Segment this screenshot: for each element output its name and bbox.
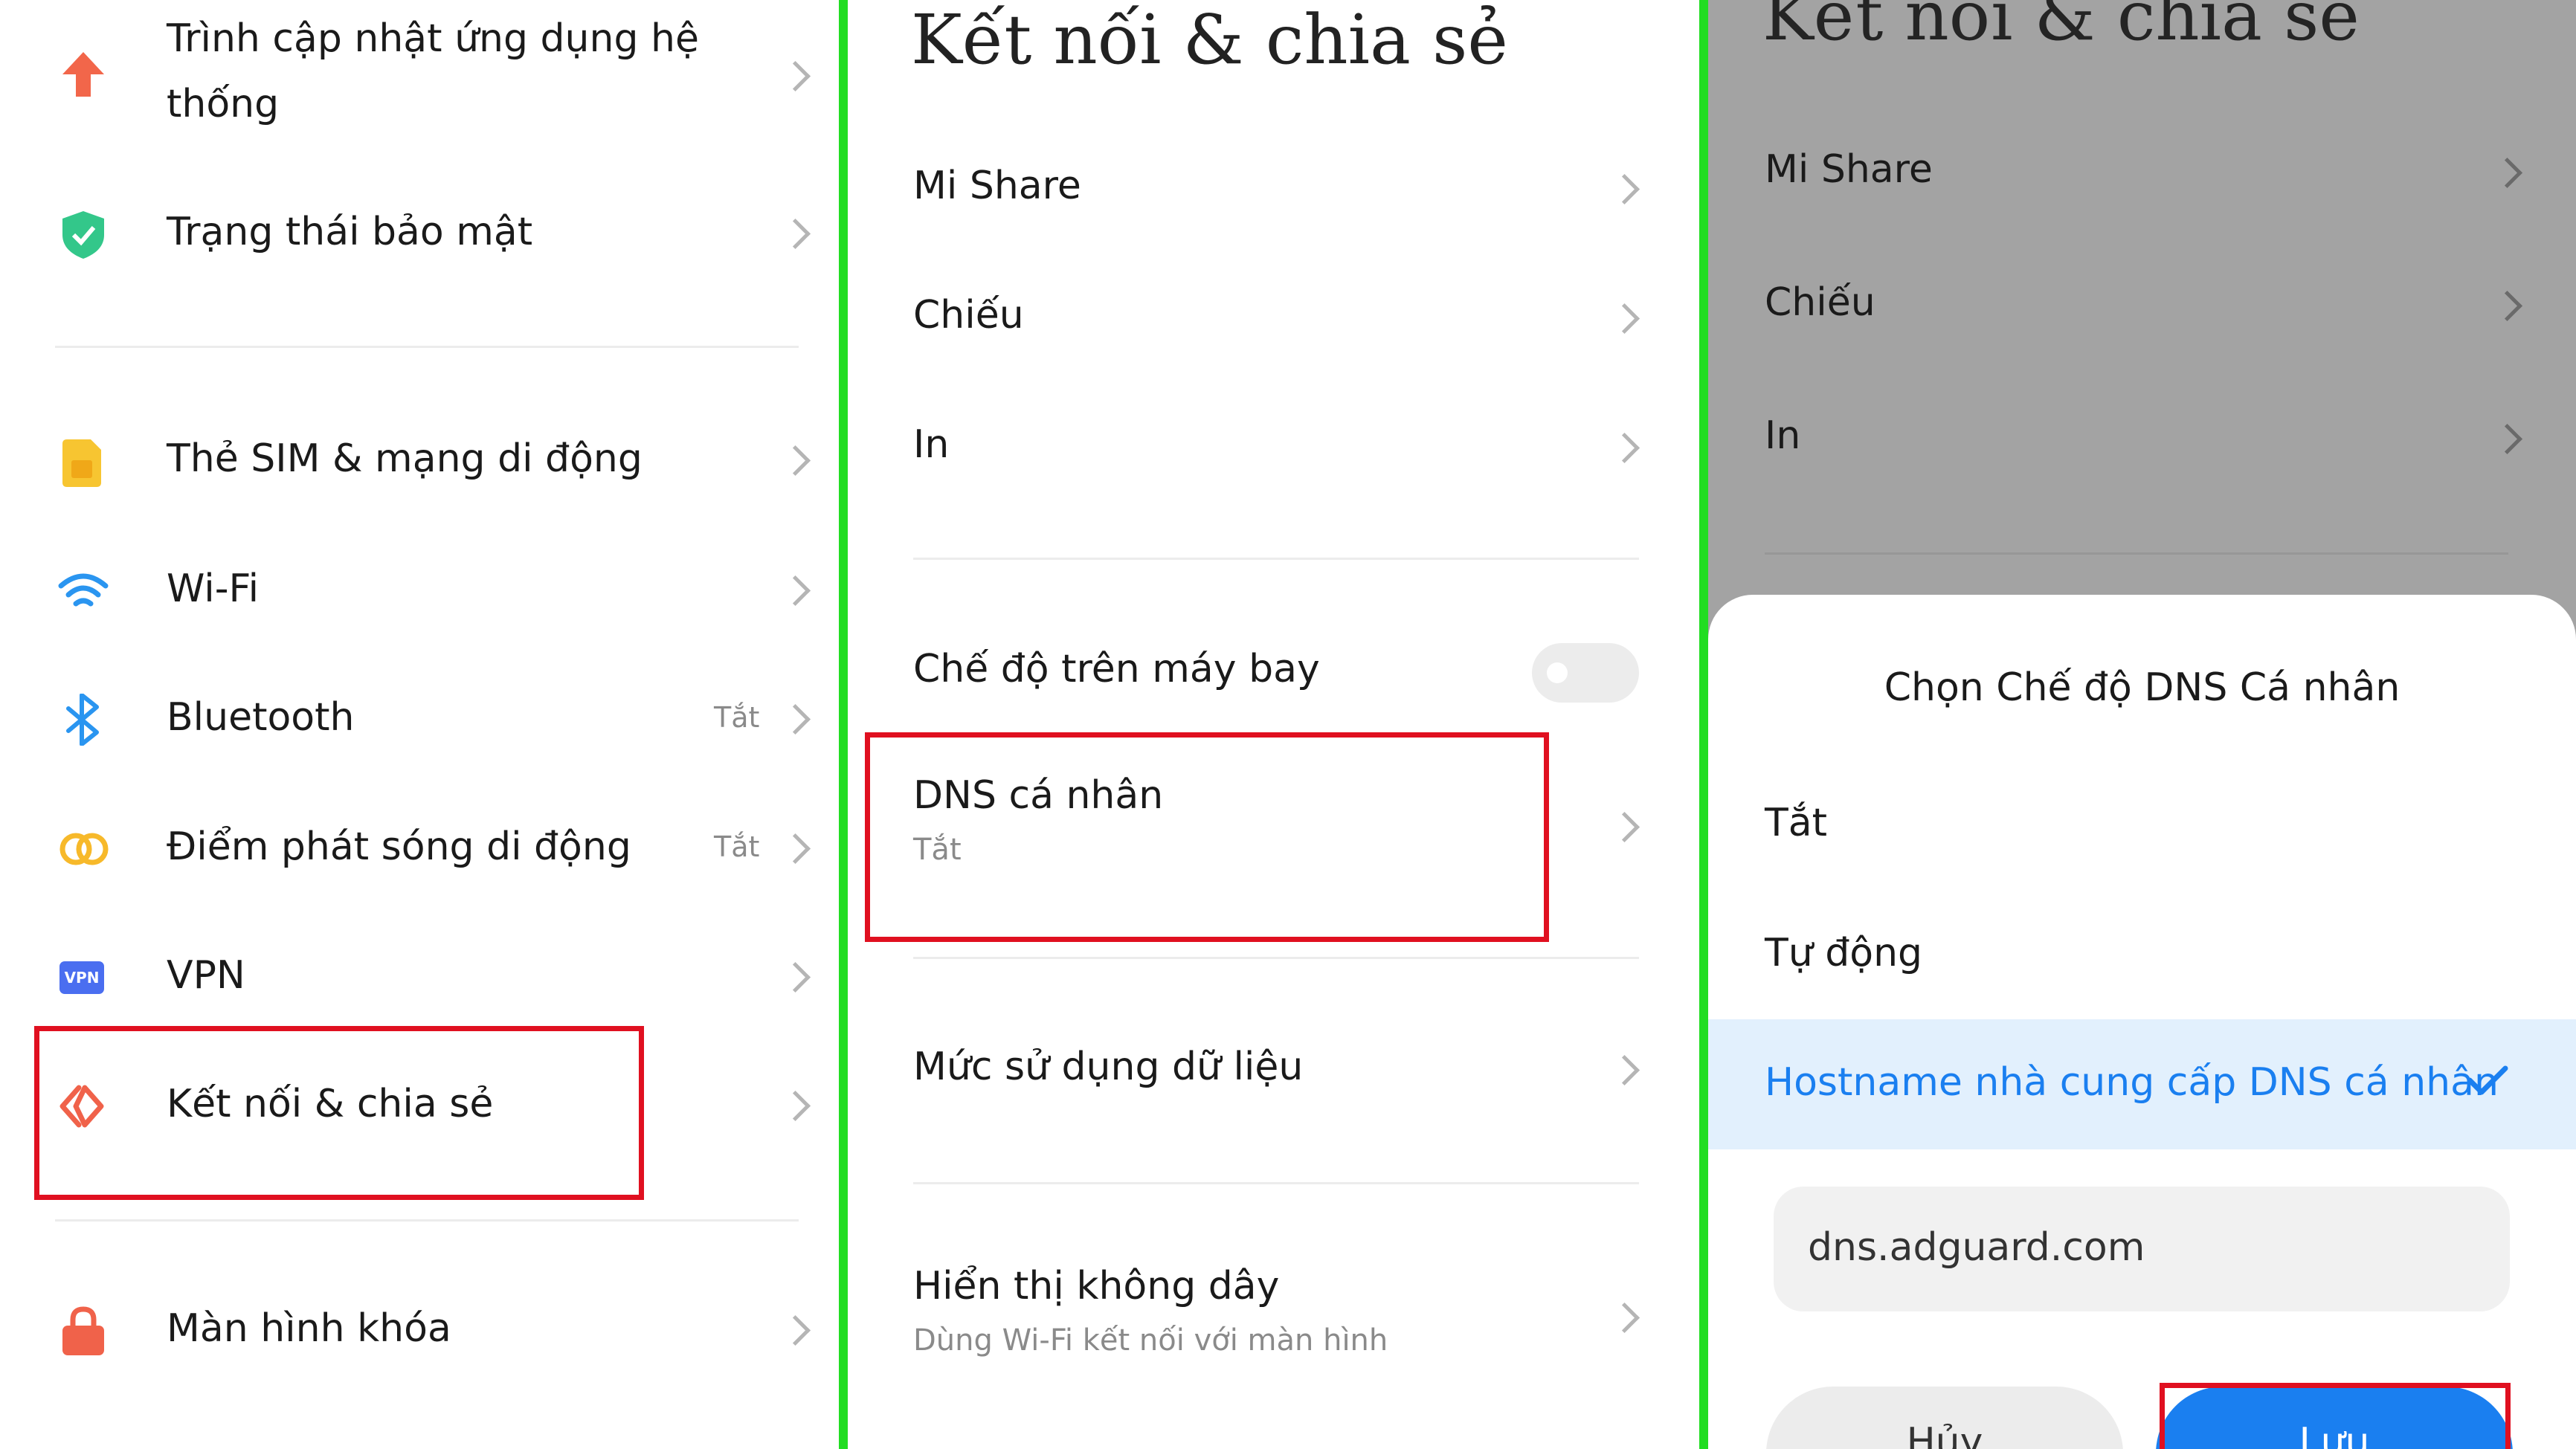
settings-item-label: Thẻ SIM & mạng di động [167,436,643,481]
hotspot-icon [58,830,110,871]
settings-item-bluetooth[interactable]: Bluetooth Tắt [0,679,839,761]
chevron-right-icon [779,703,811,735]
menu-item-label: Chiếu [913,293,1024,338]
menu-item-airplane-mode[interactable]: Chế độ trên máy bay [848,632,1699,714]
airplane-mode-toggle[interactable] [1532,643,1639,703]
menu-item-label: Mi Share [1765,147,1933,192]
settings-item-mobile-hotspot[interactable]: Điểm phát sóng di động Tắt [0,808,839,890]
hotspot-state: Tắt [714,830,760,863]
menu-item-label: Mi Share [913,164,1081,208]
menu-item-wireless-display[interactable]: Hiển thị không dây Dùng Wi-Fi kết nối vớ… [848,1256,1699,1383]
chevron-right-icon [779,445,811,477]
sim-card-icon [62,439,101,490]
bluetooth-icon [64,693,101,749]
settings-item-label: VPN [167,953,245,998]
cancel-button-label: Hủy [1906,1420,1983,1449]
toggle-knob [1547,662,1568,683]
section-divider [55,1219,799,1222]
cancel-button[interactable]: Hủy [1766,1387,2123,1449]
vpn-icon: VPN [59,961,104,994]
chevron-right-icon [779,961,811,993]
menu-item-label: Chế độ trên máy bay [913,647,1320,691]
settings-item-label: Điểm phát sóng di động [167,824,631,869]
dns-mode-dialog: Chọn Chế độ DNS Cá nhân Tắt Tự động Host… [1708,595,2576,1449]
chevron-right-icon [1609,1054,1640,1086]
menu-item-print: In [1708,398,2576,480]
dns-option-automatic[interactable]: Tự động [1708,907,2576,1004]
dns-hostname-input[interactable]: dns.adguard.com [1774,1187,2510,1311]
section-divider [913,558,1639,560]
settings-item-label: thống [167,82,280,126]
page-title: Kết nối & chia sẻ [1762,0,2360,56]
settings-item-system-app-updater[interactable]: Trình cập nhật ứng dụng hệ thống [0,0,839,149]
connection-sharing-panel: Kết nối & chia sẻ Mi Share Chiếu In Chế … [848,0,1699,1449]
dns-option-hostname[interactable]: Hostname nhà cung cấp DNS cá nhân [1708,1019,2576,1149]
wifi-icon [58,571,109,616]
menu-item-label: Chiếu [1765,280,1875,325]
settings-item-security-status[interactable]: Trạng thái bảo mật [0,193,839,275]
menu-item-label: Hiển thị không dây [913,1264,1280,1308]
section-divider [1765,552,2508,555]
chevron-right-icon [1609,303,1640,335]
arrow-up-icon [62,52,104,100]
panel-divider [839,0,848,1449]
settings-item-label: Trình cập nhật ứng dụng hệ [167,16,699,61]
dns-option-off[interactable]: Tắt [1708,777,2576,874]
settings-item-sim-mobile-network[interactable]: Thẻ SIM & mạng di động [0,420,839,502]
chevron-right-icon [1609,1302,1640,1334]
menu-item-label: In [913,422,950,467]
check-icon [2467,1064,2508,1100]
highlight-box [865,732,1549,942]
menu-item-label: Mức sử dụng dữ liệu [913,1045,1304,1089]
dialog-title: Chọn Chế độ DNS Cá nhân [1884,665,2400,710]
page-title: Kết nối & chia sẻ [911,0,1508,80]
chevron-right-icon [2491,290,2523,322]
section-divider [913,957,1639,959]
menu-item-mi-share[interactable]: Mi Share [848,149,1699,230]
chevron-right-icon [779,60,811,92]
chevron-right-icon [779,1314,811,1346]
panel-divider [1699,0,1708,1449]
settings-item-label: Bluetooth [167,695,355,740]
menu-item-label: In [1765,413,1801,458]
section-divider [55,346,799,348]
wireless-display-description: Dùng Wi-Fi kết nối với màn hình [913,1323,1388,1358]
section-divider [913,1182,1639,1184]
highlight-box [2160,1383,2511,1449]
chevron-right-icon [1609,173,1640,205]
chevron-right-icon [1609,432,1640,464]
chevron-right-icon [1609,811,1640,843]
settings-item-vpn[interactable]: VPN VPN [0,937,839,1019]
lock-icon [62,1306,104,1358]
chevron-right-icon [2491,423,2523,455]
chevron-right-icon [779,833,811,865]
settings-item-label: Màn hình khóa [167,1306,451,1351]
private-dns-dialog-panel: Kết nối & chia sẻ Mi Share Chiếu In Chọn… [1708,0,2576,1449]
dns-hostname-value: dns.adguard.com [1808,1225,2145,1270]
settings-item-label: Wi-Fi [167,567,260,611]
menu-item-data-usage[interactable]: Mức sử dụng dữ liệu [848,1030,1699,1111]
menu-item-cast[interactable]: Chiếu [848,278,1699,360]
settings-item-label: Trạng thái bảo mật [167,210,533,254]
shield-check-icon [62,211,104,262]
dns-option-label: Tắt [1765,801,1828,845]
highlight-box [34,1026,644,1200]
settings-list-panel: Trình cập nhật ứng dụng hệ thống Trạng t… [0,0,839,1449]
chevron-right-icon [779,575,811,607]
dns-option-label: Tự động [1765,931,1923,975]
chevron-right-icon [2491,157,2523,189]
menu-item-mi-share: Mi Share [1708,132,2576,214]
settings-item-lock-screen[interactable]: Màn hình khóa [0,1290,839,1372]
dns-option-label: Hostname nhà cung cấp DNS cá nhân [1765,1060,2499,1105]
settings-item-wifi[interactable]: Wi-Fi [0,550,839,632]
bluetooth-state: Tắt [714,701,760,734]
menu-item-cast: Chiếu [1708,265,2576,347]
chevron-right-icon [779,1090,811,1122]
chevron-right-icon [779,218,811,250]
menu-item-print[interactable]: In [848,407,1699,489]
